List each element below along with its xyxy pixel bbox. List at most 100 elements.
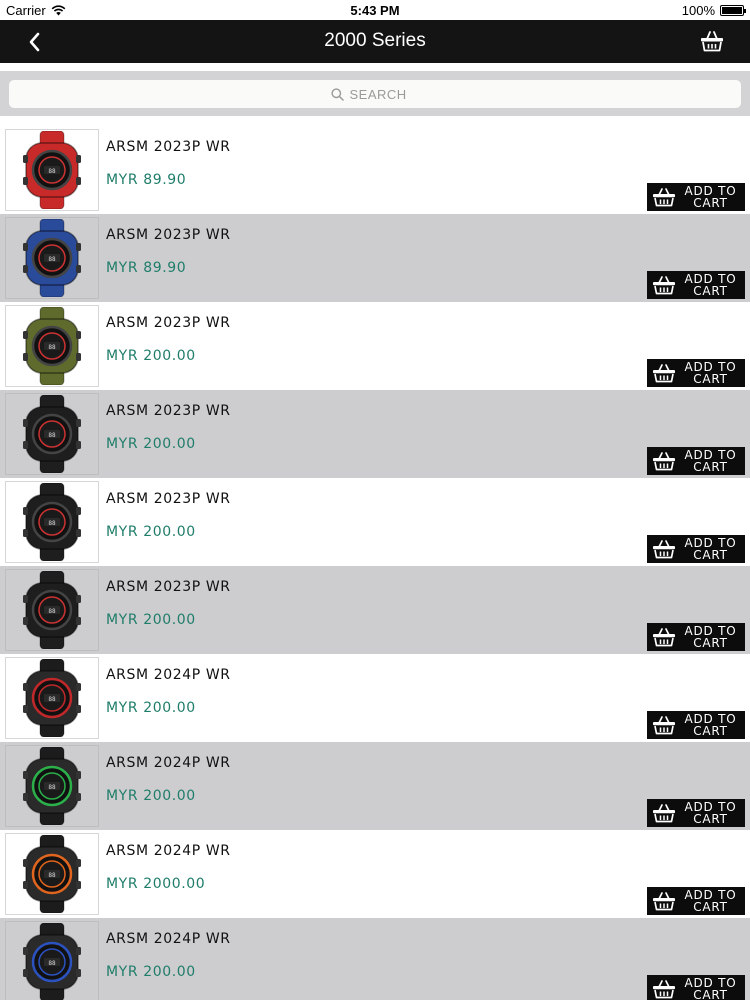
navigation-bar: 2000 Series	[0, 20, 750, 63]
product-thumbnail[interactable]: 88	[5, 217, 99, 299]
product-price: MYR 200.00	[106, 436, 196, 452]
product-price: MYR 89.90	[106, 172, 187, 188]
svg-text:88: 88	[48, 344, 56, 351]
product-thumbnail[interactable]: 88	[5, 393, 99, 475]
watch-image: 88	[23, 395, 81, 473]
add-to-cart-button[interactable]: ADD TO CART	[647, 359, 745, 387]
product-thumbnail[interactable]: 88	[5, 481, 99, 563]
basket-icon	[653, 892, 675, 911]
add-to-cart-label: ADD TO CART	[684, 360, 737, 386]
basket-icon	[653, 804, 675, 823]
status-time: 5:43 PM	[350, 3, 400, 18]
search-input[interactable]	[349, 86, 420, 102]
product-price: MYR 200.00	[106, 700, 196, 716]
add-to-cart-label: ADD TO CART	[684, 272, 737, 298]
search-field[interactable]	[9, 80, 741, 108]
status-bar: Carrier 5:43 PM 100%	[0, 0, 750, 20]
product-row[interactable]: 88 ARSM 2024P WR MYR 200.00 ADD TO CART	[0, 742, 750, 830]
product-name: ARSM 2023P WR	[106, 139, 231, 155]
add-to-cart-label: ADD TO CART	[684, 712, 737, 738]
add-to-cart-label: ADD TO CART	[684, 624, 737, 650]
product-price: MYR 200.00	[106, 964, 196, 980]
svg-text:88: 88	[48, 432, 56, 439]
basket-icon	[653, 980, 675, 999]
basket-icon	[653, 540, 675, 559]
product-name: ARSM 2023P WR	[106, 403, 231, 419]
basket-icon[interactable]	[700, 30, 724, 52]
product-name: ARSM 2023P WR	[106, 579, 231, 595]
page-title: 2000 Series	[324, 30, 426, 51]
product-name: ARSM 2024P WR	[106, 931, 231, 947]
product-row[interactable]: 88 ARSM 2023P WR MYR 200.00 ADD TO CART	[0, 302, 750, 390]
product-name: ARSM 2023P WR	[106, 315, 231, 331]
add-to-cart-button[interactable]: ADD TO CART	[647, 887, 745, 915]
add-to-cart-button[interactable]: ADD TO CART	[647, 271, 745, 299]
svg-text:88: 88	[48, 520, 56, 527]
product-list: 88 ARSM 2023P WR MYR 89.90 ADD TO CART 88…	[0, 126, 750, 1000]
product-thumbnail[interactable]: 88	[5, 129, 99, 211]
add-to-cart-label: ADD TO CART	[684, 184, 737, 210]
product-thumbnail[interactable]: 88	[5, 833, 99, 915]
product-row[interactable]: 88 ARSM 2023P WR MYR 89.90 ADD TO CART	[0, 126, 750, 214]
product-price: MYR 200.00	[106, 524, 196, 540]
watch-image: 88	[23, 131, 81, 209]
watch-image: 88	[23, 571, 81, 649]
product-row[interactable]: 88 ARSM 2024P WR MYR 2000.00 ADD TO CART	[0, 830, 750, 918]
add-to-cart-button[interactable]: ADD TO CART	[647, 183, 745, 211]
svg-text:88: 88	[48, 256, 56, 263]
svg-text:88: 88	[48, 168, 56, 175]
add-to-cart-label: ADD TO CART	[684, 888, 737, 914]
product-name: ARSM 2023P WR	[106, 227, 231, 243]
add-to-cart-label: ADD TO CART	[684, 448, 737, 474]
product-name: ARSM 2024P WR	[106, 843, 231, 859]
watch-image: 88	[23, 835, 81, 913]
product-row[interactable]: 88 ARSM 2023P WR MYR 200.00 ADD TO CART	[0, 478, 750, 566]
product-name: ARSM 2024P WR	[106, 755, 231, 771]
basket-icon	[653, 276, 675, 295]
product-row[interactable]: 88 ARSM 2023P WR MYR 200.00 ADD TO CART	[0, 390, 750, 478]
add-to-cart-button[interactable]: ADD TO CART	[647, 447, 745, 475]
watch-image: 88	[23, 747, 81, 825]
add-to-cart-label: ADD TO CART	[684, 536, 737, 562]
product-price: MYR 2000.00	[106, 876, 206, 892]
product-thumbnail[interactable]: 88	[5, 745, 99, 827]
add-to-cart-button[interactable]: ADD TO CART	[647, 975, 745, 1000]
basket-icon	[653, 716, 675, 735]
watch-image: 88	[23, 483, 81, 561]
add-to-cart-button[interactable]: ADD TO CART	[647, 799, 745, 827]
status-right: 100%	[681, 3, 746, 18]
basket-icon	[653, 628, 675, 647]
search-icon	[330, 87, 344, 101]
product-thumbnail[interactable]: 88	[5, 305, 99, 387]
watch-image: 88	[23, 659, 81, 737]
watch-image: 88	[23, 923, 81, 1000]
search-bar	[0, 71, 750, 116]
svg-text:88: 88	[48, 784, 56, 791]
basket-icon	[653, 364, 675, 383]
basket-icon	[653, 452, 675, 471]
product-price: MYR 200.00	[106, 612, 196, 628]
product-thumbnail[interactable]: 88	[5, 569, 99, 651]
basket-icon	[653, 188, 675, 207]
product-price: MYR 200.00	[106, 788, 196, 804]
product-name: ARSM 2024P WR	[106, 667, 231, 683]
svg-text:88: 88	[48, 696, 56, 703]
add-to-cart-label: ADD TO CART	[684, 800, 737, 826]
product-row[interactable]: 88 ARSM 2023P WR MYR 89.90 ADD TO CART	[0, 214, 750, 302]
add-to-cart-button[interactable]: ADD TO CART	[647, 535, 745, 563]
product-thumbnail[interactable]: 88	[5, 657, 99, 739]
product-row[interactable]: 88 ARSM 2023P WR MYR 200.00 ADD TO CART	[0, 566, 750, 654]
battery-percent: 100%	[681, 3, 715, 18]
product-price: MYR 89.90	[106, 260, 187, 276]
svg-text:88: 88	[48, 608, 56, 615]
product-thumbnail[interactable]: 88	[5, 921, 99, 1000]
add-to-cart-button[interactable]: ADD TO CART	[647, 623, 745, 651]
product-row[interactable]: 88 ARSM 2024P WR MYR 200.00 ADD TO CART	[0, 918, 750, 1000]
battery-icon	[720, 5, 746, 16]
watch-image: 88	[23, 307, 81, 385]
svg-text:88: 88	[48, 872, 56, 879]
add-to-cart-button[interactable]: ADD TO CART	[647, 711, 745, 739]
product-price: MYR 200.00	[106, 348, 196, 364]
product-row[interactable]: 88 ARSM 2024P WR MYR 200.00 ADD TO CART	[0, 654, 750, 742]
add-to-cart-label: ADD TO CART	[684, 976, 737, 1000]
